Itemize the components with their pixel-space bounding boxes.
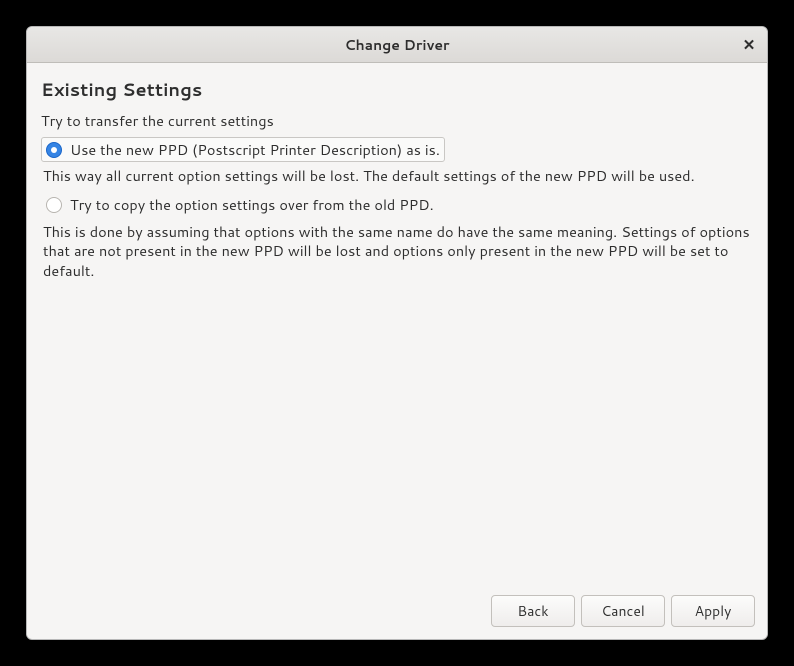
radio-label: Try to copy the option settings over fro… xyxy=(70,195,434,215)
radio-icon xyxy=(46,142,62,158)
close-icon[interactable]: ✕ xyxy=(739,35,759,55)
radio-icon xyxy=(46,197,62,213)
radio-option-copy-settings[interactable]: Try to copy the option settings over fro… xyxy=(41,192,439,218)
apply-button[interactable]: Apply xyxy=(671,595,755,627)
dialog-title: Change Driver xyxy=(344,35,449,55)
change-driver-dialog: Change Driver ✕ Existing Settings Try to… xyxy=(26,26,768,640)
titlebar: Change Driver ✕ xyxy=(27,27,767,63)
dialog-footer: Back Cancel Apply xyxy=(27,583,767,639)
back-button[interactable]: Back xyxy=(491,595,575,627)
option-description: This is done by assuming that options wi… xyxy=(41,222,753,281)
option-description: This way all current option settings wil… xyxy=(41,166,753,186)
radio-label: Use the new PPD (Postscript Printer Desc… xyxy=(70,140,440,160)
section-heading: Existing Settings xyxy=(41,77,753,101)
radio-option-use-new-ppd[interactable]: Use the new PPD (Postscript Printer Desc… xyxy=(41,137,445,163)
cancel-button[interactable]: Cancel xyxy=(581,595,665,627)
dialog-content: Existing Settings Try to transfer the cu… xyxy=(27,63,767,583)
section-subheading: Try to transfer the current settings xyxy=(41,111,753,131)
